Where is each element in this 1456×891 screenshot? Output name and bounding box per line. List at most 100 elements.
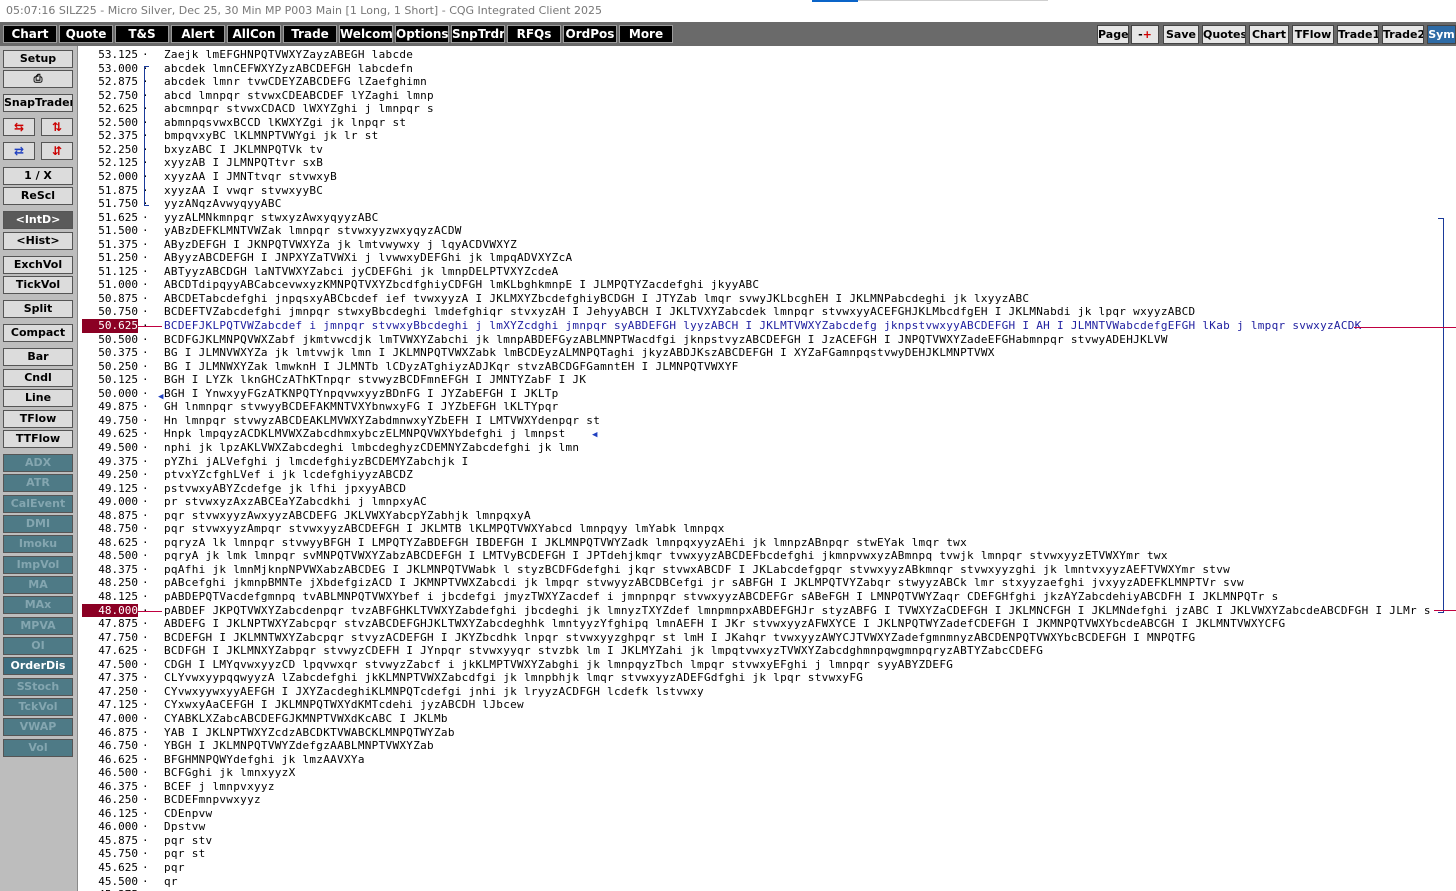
row-dot: · xyxy=(142,197,149,211)
toolbar-chart-button[interactable]: Chart xyxy=(3,25,57,43)
profile-row: 49.375 · pYZhi jALVefghi j lmcdefghiyzBCDE… xyxy=(78,455,1456,469)
plus-minus-button[interactable]: -+ xyxy=(1131,25,1159,44)
price-label: 47.375 xyxy=(98,671,138,685)
price-label: 51.375 xyxy=(98,237,138,251)
study-oi-button[interactable]: OI xyxy=(3,637,73,655)
toolbar-welcome-button[interactable]: Welcome xyxy=(339,25,393,43)
page-button[interactable]: Page xyxy=(1097,25,1129,44)
row-dot: · xyxy=(142,183,149,197)
trade1-button[interactable]: Trade1 xyxy=(1337,25,1379,44)
quotes-button[interactable]: Quotes xyxy=(1202,25,1246,44)
profile-row: 50.125 · BGH I LYZk lknGHCzAThKTnpqr stvwy… xyxy=(78,373,1456,387)
row-dot: · xyxy=(142,440,149,454)
line-button[interactable]: Line xyxy=(3,389,73,407)
compress-vertical-button[interactable]: ⇵ xyxy=(41,142,73,160)
tpo-letters: ABDEFG I JKLNPTWXYZabcpqr stvzABCDEFGHJK… xyxy=(164,617,1286,631)
study-calevent-button[interactable]: CalEvent xyxy=(3,495,73,513)
bar-button[interactable]: Bar xyxy=(3,348,73,366)
ttflow-button[interactable]: TTFlow xyxy=(3,430,73,448)
split-button[interactable]: Split xyxy=(3,300,73,318)
profile-row: 49.500 · nphi jk lpzAKLVWXZabcdeghi lmbcde… xyxy=(78,441,1456,455)
low-extension-line xyxy=(1434,610,1456,611)
row-dot: · xyxy=(142,481,149,495)
tpo-letters: pqr stv xyxy=(164,833,213,847)
exchvol-button[interactable]: ExchVol xyxy=(3,256,73,274)
tpo-letters: BCFGghi jk lmnxyyzX xyxy=(164,766,296,780)
profile-row: 48.250 · pABcefghi jkmnpBMNTe jXbdefgizACD… xyxy=(78,576,1456,590)
price-label: 48.375 xyxy=(98,562,138,576)
study-vwap-button[interactable]: VWAP xyxy=(3,718,73,736)
rescale-button[interactable]: ReScl xyxy=(3,187,73,205)
intraday-button[interactable]: <IntD> xyxy=(3,211,73,229)
profile-row: 49.875 · GH lnmnpqr stvwyyBCDEFAKMNTVXYbnw… xyxy=(78,400,1456,414)
main-toolbar: Chart Quote T&S Alert AllCon Trade Welco… xyxy=(0,22,1456,46)
toolbar-snptrdr2-button[interactable]: SnpTrdr2 xyxy=(451,25,505,43)
price-label: 48.125 xyxy=(98,590,138,603)
tpo-letters: Zaejk lmEFGHNPQTVWXYZayzABEGH labcde xyxy=(164,48,414,61)
toolbar-ts-button[interactable]: T&S xyxy=(115,25,169,43)
profile-row: 53.125 · Zaejk lmEFGHNPQTVWXYZayzABEGH lab… xyxy=(78,48,1456,62)
compress-horizontal-button[interactable]: ⇄ xyxy=(3,142,35,160)
print-button[interactable]: ⎙ xyxy=(3,70,73,88)
study-orderdis-button[interactable]: OrderDis xyxy=(3,657,73,675)
study-max-button[interactable]: MAx xyxy=(3,596,73,614)
row-dot: · xyxy=(142,684,149,698)
study-mpva-button[interactable]: MPVA xyxy=(3,617,73,635)
tpo-letters: pABDEF JKPQTVWXYZabcdenpqr tvzABFGHKLTVW… xyxy=(164,603,1431,617)
profile-row: 51.625 · yyzALMNkmnpqr stwxyzAwxyqyyzABC xyxy=(78,211,1456,225)
chart-button[interactable]: Chart xyxy=(1249,25,1289,44)
tpo-letters: abcdek lmnr tvwCDEYZABCDEFG lZaefghimn xyxy=(164,75,428,89)
profile-row: 46.250 · BCDEFmnpvwxyyz xyxy=(78,793,1456,807)
study-adx-button[interactable]: ADX xyxy=(3,454,73,472)
row-dot: · xyxy=(142,590,149,603)
sym-button[interactable]: Sym xyxy=(1427,25,1456,44)
toolbar-alert-button[interactable]: Alert xyxy=(171,25,225,43)
tpo-letters: abcd lmnpqr stvwxCDEABCDEF lYZaghi lmnp xyxy=(164,88,434,102)
one-over-x-button[interactable]: 1 / X xyxy=(3,167,73,185)
study-imoku-button[interactable]: Imoku xyxy=(3,535,73,553)
price-label: 50.125 xyxy=(98,373,138,387)
study-impvol-button[interactable]: ImpVol xyxy=(3,556,73,574)
toolbar-options-button[interactable]: Options xyxy=(395,25,449,43)
price-label: 45.750 xyxy=(98,847,138,861)
setup-button[interactable]: Setup xyxy=(3,50,73,68)
price-label: 52.000 xyxy=(98,169,138,183)
compact-button[interactable]: Compact xyxy=(3,324,73,342)
swap-vertical-button[interactable]: ⇅ xyxy=(41,118,73,136)
toolbar-ordpos-button[interactable]: OrdPos xyxy=(563,25,617,43)
toolbar-quote-button[interactable]: Quote xyxy=(59,25,113,43)
title-accent-line xyxy=(812,0,858,2)
toolbar-allcon-button[interactable]: AllCon xyxy=(227,25,281,43)
save-button[interactable]: Save xyxy=(1163,25,1199,44)
study-sstoch-button[interactable]: SStoch xyxy=(3,678,73,696)
profile-row: 51.125 · ABTyyzABCDGH laNTVWXYZabci jyCDEF… xyxy=(78,265,1456,279)
snaptrader-button[interactable]: SnapTrader xyxy=(3,94,73,112)
study-atr-button[interactable]: ATR xyxy=(3,474,73,492)
market-profile-chart[interactable]: 53.125 · Zaejk lmEFGHNPQTVWXYZayzABEGH lab… xyxy=(78,46,1456,891)
toolbar-rfqs-button[interactable]: RFQs xyxy=(507,25,561,43)
tflow-study-button[interactable]: TFlow xyxy=(3,410,73,428)
row-dot: · xyxy=(142,806,149,820)
row-dot: · xyxy=(142,278,149,292)
tflow-button[interactable]: TFlow xyxy=(1292,25,1334,44)
trade2-button[interactable]: Trade2 xyxy=(1382,25,1424,44)
profile-row: 48.375 · pqAfhi jk lmnMjknpNPVWXabzABCDEG … xyxy=(78,563,1456,577)
profile-row: 46.125 · CDEnpvw xyxy=(78,807,1456,821)
price-label: 47.125 xyxy=(98,698,138,712)
toolbar-trade-button[interactable]: Trade xyxy=(283,25,337,43)
price-label: 52.125 xyxy=(98,156,138,170)
study-dmi-button[interactable]: DMI xyxy=(3,515,73,533)
profile-row: 53.000 · abcdek lmnCEFWXYZyzABCDEFGH labcd… xyxy=(78,62,1456,76)
price-label: 46.500 xyxy=(98,766,138,780)
tpo-letters: pABcefghi jkmnpBMNTe jXbdefgizACD I JKMN… xyxy=(164,576,1244,590)
swap-horizontal-button[interactable]: ⇆ xyxy=(3,118,35,136)
study-tckvol-button[interactable]: TckVol xyxy=(3,698,73,716)
history-button[interactable]: <Hist> xyxy=(3,232,73,250)
row-dot: · xyxy=(142,576,149,590)
tickvol-button[interactable]: TickVol xyxy=(3,276,73,294)
study-ma-button[interactable]: MA xyxy=(3,576,73,594)
toolbar-more-button[interactable]: More xyxy=(619,25,673,43)
profile-row: 45.875 · pqr stv xyxy=(78,834,1456,848)
candle-button[interactable]: Cndl xyxy=(3,369,73,387)
study-vol-button[interactable]: Vol xyxy=(3,739,73,757)
